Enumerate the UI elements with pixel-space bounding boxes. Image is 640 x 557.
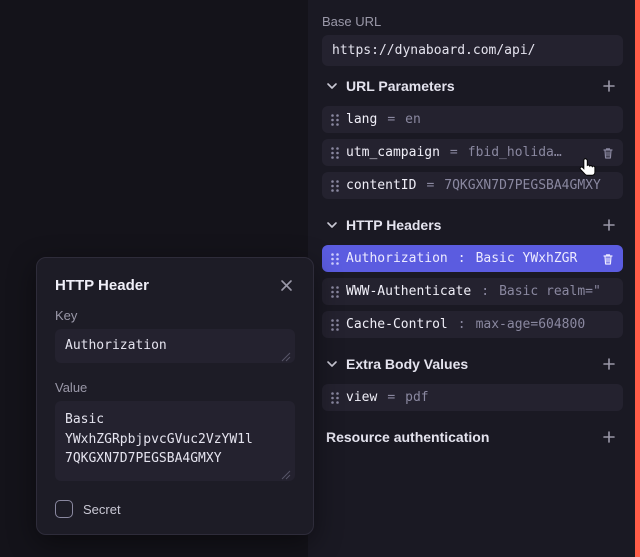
base-url-input[interactable]: https://dynaboard.com/api/ — [322, 35, 623, 66]
drag-handle-icon[interactable] — [330, 113, 340, 127]
param-value: en — [405, 112, 615, 127]
secret-checkbox[interactable] — [55, 500, 73, 518]
add-url-param-button[interactable] — [599, 76, 619, 96]
header-key: WWW-Authenticate — [346, 284, 471, 299]
body-sep: = — [383, 390, 399, 405]
drag-handle-icon[interactable] — [330, 391, 340, 405]
modal-title: HTTP Header — [55, 277, 277, 294]
secret-label: Secret — [83, 502, 121, 517]
drag-handle-icon[interactable] — [330, 179, 340, 193]
param-value: 7QKGXN7D7PEGSBA4GMXY — [444, 178, 615, 193]
delete-button[interactable] — [601, 146, 615, 160]
drag-handle-icon[interactable] — [330, 285, 340, 299]
chevron-down-icon — [324, 78, 340, 94]
param-sep: = — [422, 178, 438, 193]
header-row[interactable]: Authorization : Basic YWxhZGR — [322, 245, 623, 272]
config-panel: Base URL https://dynaboard.com/api/ URL … — [308, 0, 640, 557]
url-param-row[interactable]: utm_campaign = fbid_holida… — [322, 139, 623, 166]
header-key-input[interactable] — [55, 329, 295, 363]
param-key: contentID — [346, 178, 416, 193]
drag-handle-icon[interactable] — [330, 318, 340, 332]
chevron-down-icon — [324, 356, 340, 372]
url-param-row[interactable]: contentID = 7QKGXN7D7PEGSBA4GMXY — [322, 172, 623, 199]
body-value: pdf — [405, 390, 615, 405]
drag-handle-icon[interactable] — [330, 146, 340, 160]
delete-button[interactable] — [601, 252, 615, 266]
add-header-button[interactable] — [599, 215, 619, 235]
header-row[interactable]: Cache-Control : max-age=604800 — [322, 311, 623, 338]
header-key: Cache-Control — [346, 317, 448, 332]
header-value-input[interactable] — [55, 401, 295, 481]
section-extra-body[interactable]: Extra Body Values — [322, 344, 623, 384]
section-title: URL Parameters — [346, 78, 599, 94]
header-value: Basic realm=" — [499, 284, 615, 299]
section-title: HTTP Headers — [346, 217, 599, 233]
section-title: Resource authentication — [326, 429, 599, 445]
header-sep: : — [454, 251, 470, 266]
add-auth-button[interactable] — [599, 427, 619, 447]
param-key: utm_campaign — [346, 145, 440, 160]
close-button[interactable] — [277, 276, 295, 294]
section-title: Extra Body Values — [346, 356, 599, 372]
header-value: Basic YWxhZGR — [476, 251, 595, 266]
param-key: lang — [346, 112, 377, 127]
param-sep: = — [383, 112, 399, 127]
body-key: view — [346, 390, 377, 405]
chevron-down-icon — [324, 217, 340, 233]
param-value: fbid_holida… — [468, 145, 595, 160]
section-resource-auth[interactable]: Resource authentication — [322, 417, 623, 457]
header-key: Authorization — [346, 251, 448, 266]
key-label: Key — [55, 308, 295, 323]
value-label: Value — [55, 380, 295, 395]
add-body-value-button[interactable] — [599, 354, 619, 374]
http-header-editor-popover: HTTP Header Key Value Secret — [36, 257, 314, 535]
header-row[interactable]: WWW-Authenticate : Basic realm=" — [322, 278, 623, 305]
url-param-row[interactable]: lang = en — [322, 106, 623, 133]
base-url-label: Base URL — [322, 14, 623, 29]
section-http-headers[interactable]: HTTP Headers — [322, 205, 623, 245]
header-value: max-age=604800 — [476, 317, 615, 332]
header-sep: : — [454, 317, 470, 332]
param-sep: = — [446, 145, 462, 160]
header-sep: : — [477, 284, 493, 299]
drag-handle-icon[interactable] — [330, 252, 340, 266]
body-value-row[interactable]: view = pdf — [322, 384, 623, 411]
section-url-parameters[interactable]: URL Parameters — [322, 66, 623, 106]
